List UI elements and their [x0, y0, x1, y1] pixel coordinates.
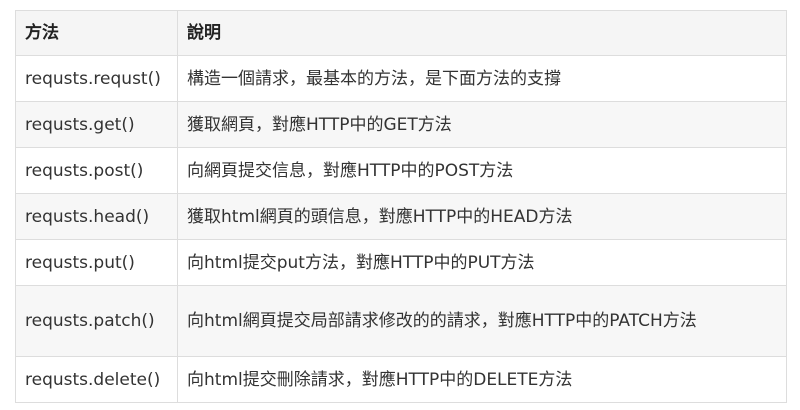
method-cell: requsts.head(): [15, 193, 178, 240]
table-row: requsts.patch() 向html網頁提交局部請求修改的的請求，對應HT…: [15, 285, 787, 357]
header-description: 說明: [177, 10, 787, 56]
method-cell: requsts.patch(): [15, 285, 178, 357]
table-row: requsts.put() 向html提交put方法，對應HTTP中的PUT方法: [15, 239, 787, 286]
methods-table-container: 方法 說明 requsts.requst() 構造一個請求，最基本的方法，是下面…: [15, 10, 787, 403]
table-header-row: 方法 說明: [15, 10, 787, 56]
header-method: 方法: [15, 10, 178, 56]
description-cell: 向html提交刪除請求，對應HTTP中的DELETE方法: [177, 356, 787, 403]
table-row: requsts.post() 向網頁提交信息，對應HTTP中的POST方法: [15, 147, 787, 194]
method-cell: requsts.get(): [15, 101, 178, 148]
method-cell: requsts.put(): [15, 239, 178, 286]
method-cell: requsts.requst(): [15, 55, 178, 102]
methods-table: 方法 說明 requsts.requst() 構造一個請求，最基本的方法，是下面…: [15, 10, 787, 403]
table-row: requsts.get() 獲取網頁，對應HTTP中的GET方法: [15, 101, 787, 148]
description-cell: 獲取網頁，對應HTTP中的GET方法: [177, 101, 787, 148]
method-cell: requsts.delete(): [15, 356, 178, 403]
description-cell: 向html提交put方法，對應HTTP中的PUT方法: [177, 239, 787, 286]
table-row: requsts.head() 獲取html網頁的頭信息，對應HTTP中的HEAD…: [15, 193, 787, 240]
table-row: requsts.requst() 構造一個請求，最基本的方法，是下面方法的支撐: [15, 55, 787, 102]
description-cell: 向html網頁提交局部請求修改的的請求，對應HTTP中的PATCH方法: [177, 285, 787, 357]
description-cell: 構造一個請求，最基本的方法，是下面方法的支撐: [177, 55, 787, 102]
description-cell: 向網頁提交信息，對應HTTP中的POST方法: [177, 147, 787, 194]
description-cell: 獲取html網頁的頭信息，對應HTTP中的HEAD方法: [177, 193, 787, 240]
table-row: requsts.delete() 向html提交刪除請求，對應HTTP中的DEL…: [15, 356, 787, 403]
method-cell: requsts.post(): [15, 147, 178, 194]
